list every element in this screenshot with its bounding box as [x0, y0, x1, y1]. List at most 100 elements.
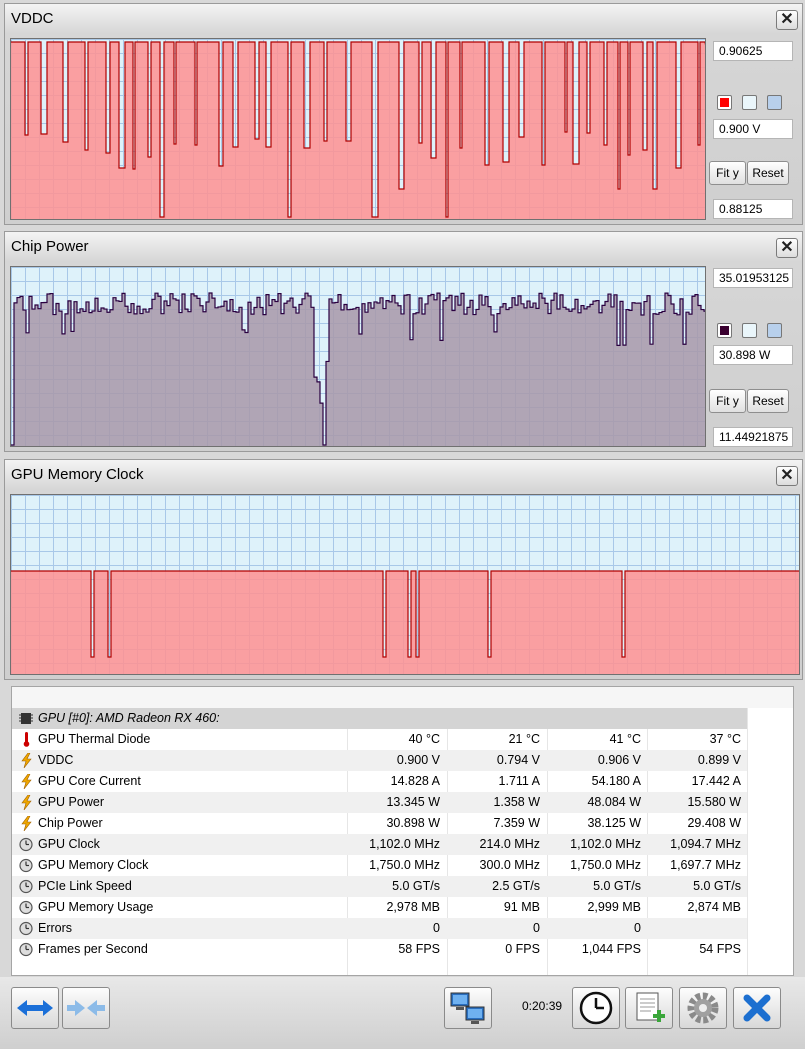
sensor-value: 38.125 W — [587, 816, 641, 830]
chip-power-min-value: 11.44921875 — [713, 427, 793, 447]
table-row[interactable]: GPU Core Current 14.828 A 1.711 A 54.180 A 1… — [12, 771, 747, 792]
logging-button[interactable] — [625, 987, 673, 1029]
sensor-value: 2,999 MB — [587, 900, 641, 914]
sensor-value: 54 FPS — [699, 942, 741, 956]
collapse-columns-button[interactable] — [62, 987, 110, 1029]
reset-timer-button[interactable] — [572, 987, 620, 1029]
gpu-memory-clock-graph-panel: GPU Memory Clock ✕ — [4, 459, 803, 680]
sensor-value: 48.084 W — [587, 795, 641, 809]
chip-power-current-value: 30.898 W — [713, 345, 793, 365]
vddc-bg-color-swatch[interactable] — [742, 95, 757, 110]
table-row[interactable]: GPU Memory Usage 2,978 MB 91 MB 2,999 MB 2,8… — [12, 897, 747, 918]
sensor-name: GPU Thermal Diode — [38, 732, 151, 746]
clock-icon — [19, 900, 33, 915]
network-computers-icon — [450, 992, 485, 1024]
sensor-value: 1,697.7 MHz — [670, 858, 741, 872]
sensor-value: 41 °C — [609, 732, 641, 746]
sensor-value: 5.0 GT/s — [693, 879, 741, 893]
sensor-value: 37 °C — [709, 732, 741, 746]
sensor-value: 0 — [533, 921, 540, 935]
sensor-value: 17.442 A — [691, 774, 741, 788]
table-row[interactable]: Chip Power 30.898 W 7.359 W 38.125 W 29.408 … — [12, 813, 747, 834]
vddc-fit-y-button[interactable]: Fit y — [709, 161, 746, 185]
sensor-value: 13.345 W — [386, 795, 440, 809]
sensor-value: 0 — [433, 921, 440, 935]
close-icon: ✕ — [780, 239, 794, 256]
vddc-series-color-swatch[interactable] — [717, 95, 732, 110]
close-vddc-button[interactable]: ✕ — [776, 10, 798, 30]
sensor-value: 1,750.0 MHz — [570, 858, 641, 872]
lightning-icon — [19, 752, 33, 769]
arrows-inward-icon — [67, 1000, 105, 1016]
chip-power-graph-svg — [11, 267, 705, 446]
table-row[interactable]: GPU Memory Clock 1,750.0 MHz 300.0 MHz 1,75… — [12, 855, 747, 876]
vddc-graph-svg — [11, 39, 705, 219]
vddc-reset-button[interactable]: Reset — [747, 161, 789, 185]
chip-power-graph — [10, 266, 706, 447]
sensor-value: 5.0 GT/s — [593, 879, 641, 893]
sensor-name: Chip Power — [38, 816, 103, 830]
gpu-memory-clock-graph-svg — [11, 495, 799, 674]
sensor-name: Errors — [38, 921, 73, 935]
table-row[interactable]: Frames per Second 58 FPS 0 FPS 1,044 FPS 54 … — [12, 939, 747, 960]
sensor-value: 40 °C — [408, 732, 440, 746]
sensor-value: 30.898 W — [386, 816, 440, 830]
expand-columns-button[interactable] — [11, 987, 59, 1029]
chip-power-series-color-swatch[interactable] — [717, 323, 732, 338]
sensor-value: 54.180 A — [591, 774, 641, 788]
sensor-value: 0 FPS — [505, 942, 540, 956]
sensor-value: 58 FPS — [398, 942, 440, 956]
chip-icon — [19, 713, 33, 724]
table-header-row — [12, 687, 793, 708]
sensor-value: 7.359 W — [493, 816, 540, 830]
table-row[interactable]: GPU Power 13.345 W 1.358 W 48.084 W 15.580 W — [12, 792, 747, 813]
chip-power-grid-color-swatch[interactable] — [767, 323, 782, 338]
table-row[interactable]: VDDC 0.900 V 0.794 V 0.906 V 0.899 V — [12, 750, 747, 771]
sensor-value: 1,094.7 MHz — [670, 837, 741, 851]
thermometer-icon — [19, 732, 33, 747]
document-add-icon — [636, 992, 665, 1022]
close-chip-power-button[interactable]: ✕ — [776, 238, 798, 258]
chip-power-fit-y-button[interactable]: Fit y — [709, 389, 746, 413]
close-gpu-memory-clock-button[interactable]: ✕ — [776, 466, 798, 486]
sensor-value: 5.0 GT/s — [392, 879, 440, 893]
device-row[interactable]: GPU [#0]: AMD Radeon RX 460: — [12, 708, 747, 729]
sensor-table: GPU [#0]: AMD Radeon RX 460: GPU Thermal… — [11, 686, 794, 976]
settings-button[interactable] — [679, 987, 727, 1029]
sensor-value: 14.828 A — [390, 774, 440, 788]
table-row[interactable]: PCIe Link Speed 5.0 GT/s 2.5 GT/s 5.0 GT/s 5… — [12, 876, 747, 897]
sensor-value: 29.408 W — [687, 816, 741, 830]
sensor-name: GPU Clock — [38, 837, 100, 851]
clock-icon — [19, 879, 33, 894]
lightning-icon — [19, 815, 33, 832]
vddc-max-value: 0.90625 — [713, 41, 793, 61]
network-button[interactable] — [444, 987, 492, 1029]
device-name: GPU [#0]: AMD Radeon RX 460: — [38, 711, 220, 725]
sensor-value: 1.358 W — [493, 795, 540, 809]
vddc-grid-color-swatch[interactable] — [767, 95, 782, 110]
sensor-value: 0.794 V — [496, 753, 540, 767]
sensor-value: 1.711 A — [498, 774, 540, 788]
sensor-value: 15.580 W — [687, 795, 741, 809]
elapsed-timer: 0:20:39 — [522, 999, 563, 1013]
clock-icon — [19, 942, 33, 957]
vddc-min-value: 0.88125 — [713, 199, 793, 219]
vddc-graph — [10, 38, 706, 220]
close-button[interactable] — [733, 987, 781, 1029]
sensor-value: 2.5 GT/s — [492, 879, 540, 893]
vddc-current-value: 0.900 V — [713, 119, 793, 139]
close-x-icon — [743, 994, 771, 1022]
sensor-value: 1,750.0 MHz — [369, 858, 440, 872]
sensor-name: GPU Memory Usage — [38, 900, 154, 914]
table-row[interactable]: Errors 0 0 0 — [12, 918, 747, 939]
chip-power-bg-color-swatch[interactable] — [742, 323, 757, 338]
sensor-value: 214.0 MHz — [479, 837, 540, 851]
close-icon: ✕ — [780, 467, 794, 484]
table-row[interactable]: GPU Thermal Diode 40 °C 21 °C 41 °C 37 °C — [12, 729, 747, 750]
chip-power-reset-button[interactable]: Reset — [747, 389, 789, 413]
table-row[interactable]: GPU Clock 1,102.0 MHz 214.0 MHz 1,102.0 MHz… — [12, 834, 747, 855]
clock-icon — [19, 921, 33, 936]
sensor-value: 1,102.0 MHz — [570, 837, 641, 851]
lightning-icon — [19, 773, 33, 790]
sensor-name: GPU Memory Clock — [38, 858, 149, 872]
